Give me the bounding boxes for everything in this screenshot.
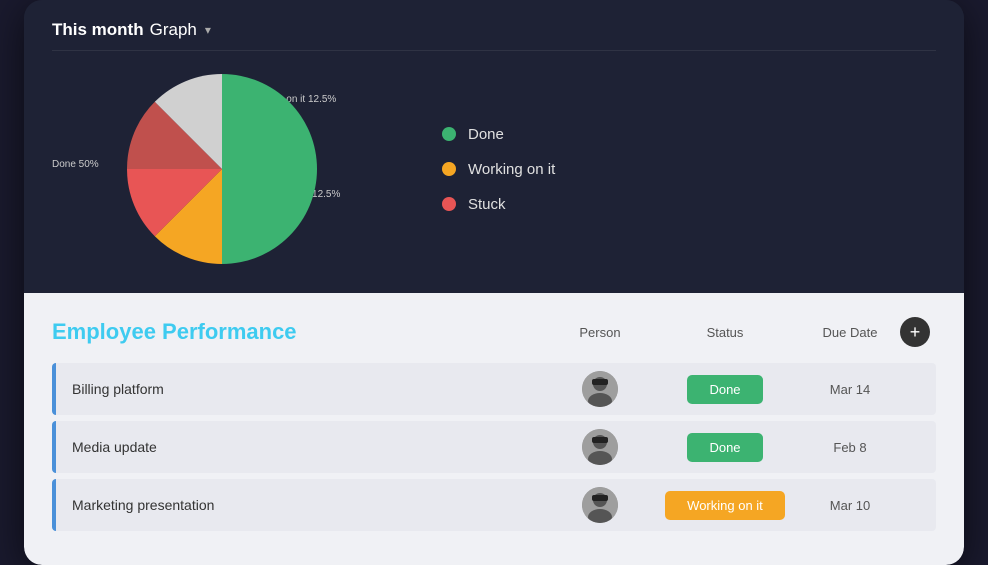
pie-chart-container: Working on it 12.5% Stuck 12.5% Ready fo… xyxy=(52,69,392,269)
row-task-name: Marketing presentation xyxy=(56,497,550,513)
col-header-status: Status xyxy=(650,325,800,340)
graph-content: Working on it 12.5% Stuck 12.5% Ready fo… xyxy=(52,69,936,269)
legend-dot-stuck xyxy=(442,197,456,211)
row-status: Working on it xyxy=(650,491,800,520)
col-header-duedate: Due Date xyxy=(800,325,900,340)
graph-title-normal: Graph xyxy=(150,20,197,40)
legend-label-working: Working on it xyxy=(468,161,555,178)
avatar xyxy=(582,487,618,523)
chart-legend: Done Working on it Stuck xyxy=(442,126,555,213)
table-header-row: Employee Performance Person Status Due D… xyxy=(52,317,936,347)
avatar xyxy=(582,429,618,465)
legend-label-stuck: Stuck xyxy=(468,196,506,213)
dropdown-icon[interactable]: ▾ xyxy=(205,23,211,37)
avatar-svg xyxy=(582,487,618,523)
table-row: Media update Done Feb 8 xyxy=(52,421,936,473)
avatar xyxy=(582,371,618,407)
table-section: Employee Performance Person Status Due D… xyxy=(24,293,964,565)
row-task-name: Media update xyxy=(56,439,550,455)
row-status: Done xyxy=(650,433,800,462)
legend-label-done: Done xyxy=(468,126,504,143)
row-duedate: Feb 8 xyxy=(800,440,900,455)
graph-section: This month Graph ▾ Working on it 12.5% S… xyxy=(24,0,964,293)
status-badge-done: Done xyxy=(687,433,762,462)
graph-title-bold: This month xyxy=(52,20,144,40)
label-done: Done 50% xyxy=(52,159,99,170)
row-duedate: Mar 14 xyxy=(800,382,900,397)
status-badge-done: Done xyxy=(687,375,762,404)
avatar-svg xyxy=(582,371,618,407)
row-task-name: Billing platform xyxy=(56,381,550,397)
row-duedate: Mar 10 xyxy=(800,498,900,513)
legend-item-working: Working on it xyxy=(442,161,555,178)
device-frame: This month Graph ▾ Working on it 12.5% S… xyxy=(24,0,964,565)
row-person-avatar xyxy=(550,371,650,407)
graph-header: This month Graph ▾ xyxy=(52,20,936,51)
avatar-svg xyxy=(582,429,618,465)
table-row: Marketing presentation Working on it Mar… xyxy=(52,479,936,531)
row-person-avatar xyxy=(550,429,650,465)
row-status: Done xyxy=(650,375,800,404)
pie-segment-done xyxy=(222,74,317,264)
legend-dot-working xyxy=(442,162,456,176)
pie-chart-svg xyxy=(122,69,322,269)
row-person-avatar xyxy=(550,487,650,523)
table-title: Employee Performance xyxy=(52,319,550,345)
legend-dot-done xyxy=(442,127,456,141)
legend-item-stuck: Stuck xyxy=(442,196,555,213)
status-badge-working: Working on it xyxy=(665,491,785,520)
col-header-person: Person xyxy=(550,325,650,340)
add-row-button[interactable]: + xyxy=(900,317,930,347)
table-row: Billing platform Done Mar 14 xyxy=(52,363,936,415)
legend-item-done: Done xyxy=(442,126,555,143)
col-add: + xyxy=(900,317,936,347)
